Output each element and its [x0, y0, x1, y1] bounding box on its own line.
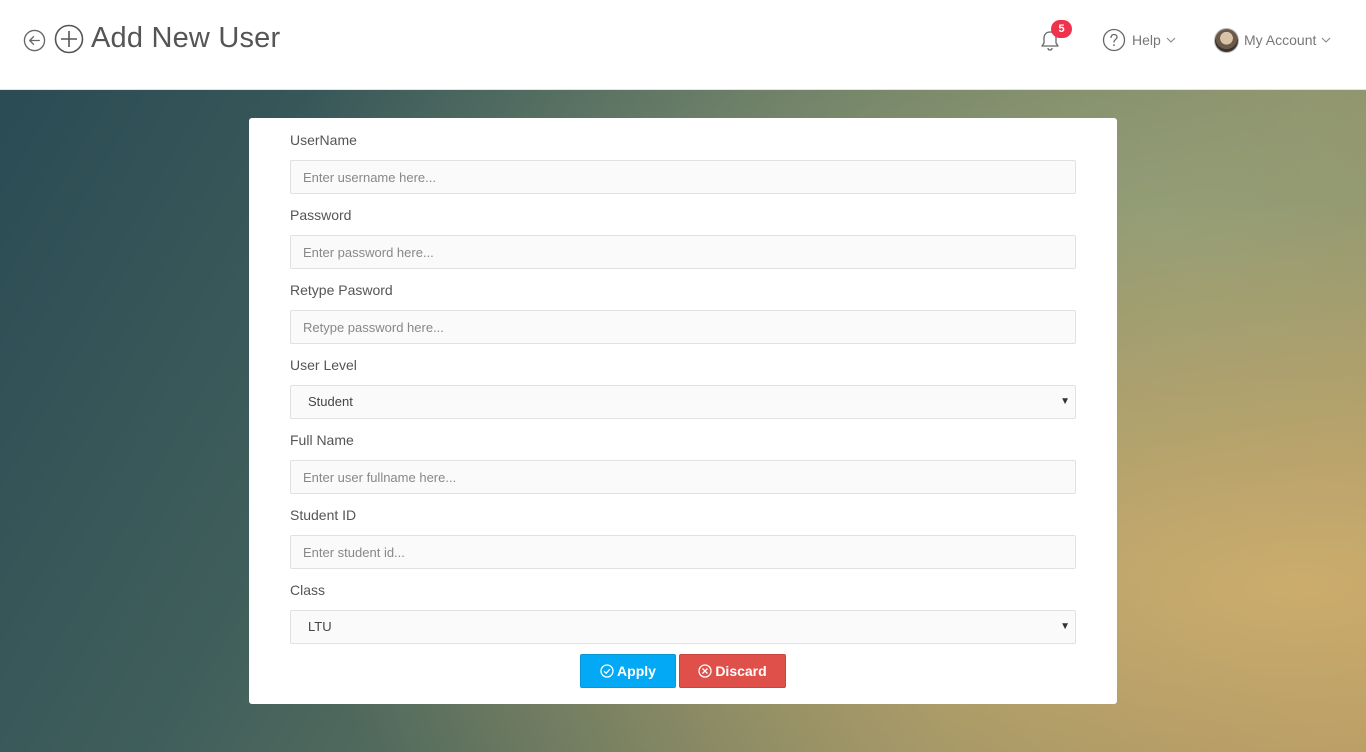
class-select[interactable]: LTU ▼: [290, 610, 1076, 644]
student-id-input[interactable]: [290, 535, 1076, 569]
account-label: My Account: [1244, 32, 1317, 48]
username-label: UserName: [290, 132, 357, 148]
password-label: Password: [290, 207, 352, 223]
class-label: Class: [290, 582, 326, 598]
user-level-value: Student: [308, 394, 353, 409]
help-label: Help: [1132, 32, 1161, 48]
close-circle-icon: [698, 664, 712, 678]
student-id-label: Student ID: [290, 507, 357, 523]
class-value: LTU: [308, 619, 332, 634]
user-level-label: User Level: [290, 357, 357, 373]
check-circle-icon: [600, 664, 614, 678]
question-circle-icon: [1102, 28, 1126, 52]
dropdown-arrow-icon: ▼: [1060, 621, 1070, 632]
user-level-select[interactable]: Student ▼: [290, 385, 1076, 419]
account-menu[interactable]: My Account: [1214, 27, 1331, 53]
retype-password-label: Retype Pasword: [290, 282, 393, 298]
add-user-form: UserName Password Retype Pasword User Le…: [249, 118, 1117, 704]
discard-label: Discard: [715, 663, 767, 679]
notification-badge: 5: [1051, 20, 1072, 38]
back-arrow-icon[interactable]: [23, 29, 46, 52]
apply-button[interactable]: Apply: [580, 654, 676, 688]
help-menu[interactable]: Help: [1102, 28, 1176, 52]
username-input[interactable]: [290, 160, 1076, 194]
apply-label: Apply: [617, 663, 656, 679]
password-input[interactable]: [290, 235, 1076, 269]
chevron-down-icon: [1166, 37, 1176, 43]
retype-password-input[interactable]: [290, 310, 1076, 344]
full-name-input[interactable]: [290, 460, 1076, 494]
avatar: [1214, 27, 1239, 53]
discard-button[interactable]: Discard: [679, 654, 786, 688]
dropdown-arrow-icon: ▼: [1060, 396, 1070, 407]
top-bar: Add New User 5 Help My Account: [0, 0, 1366, 90]
plus-circle-icon: [54, 24, 84, 54]
page-title: Add New User: [91, 22, 281, 54]
full-name-label: Full Name: [290, 432, 354, 448]
chevron-down-icon: [1321, 37, 1331, 43]
